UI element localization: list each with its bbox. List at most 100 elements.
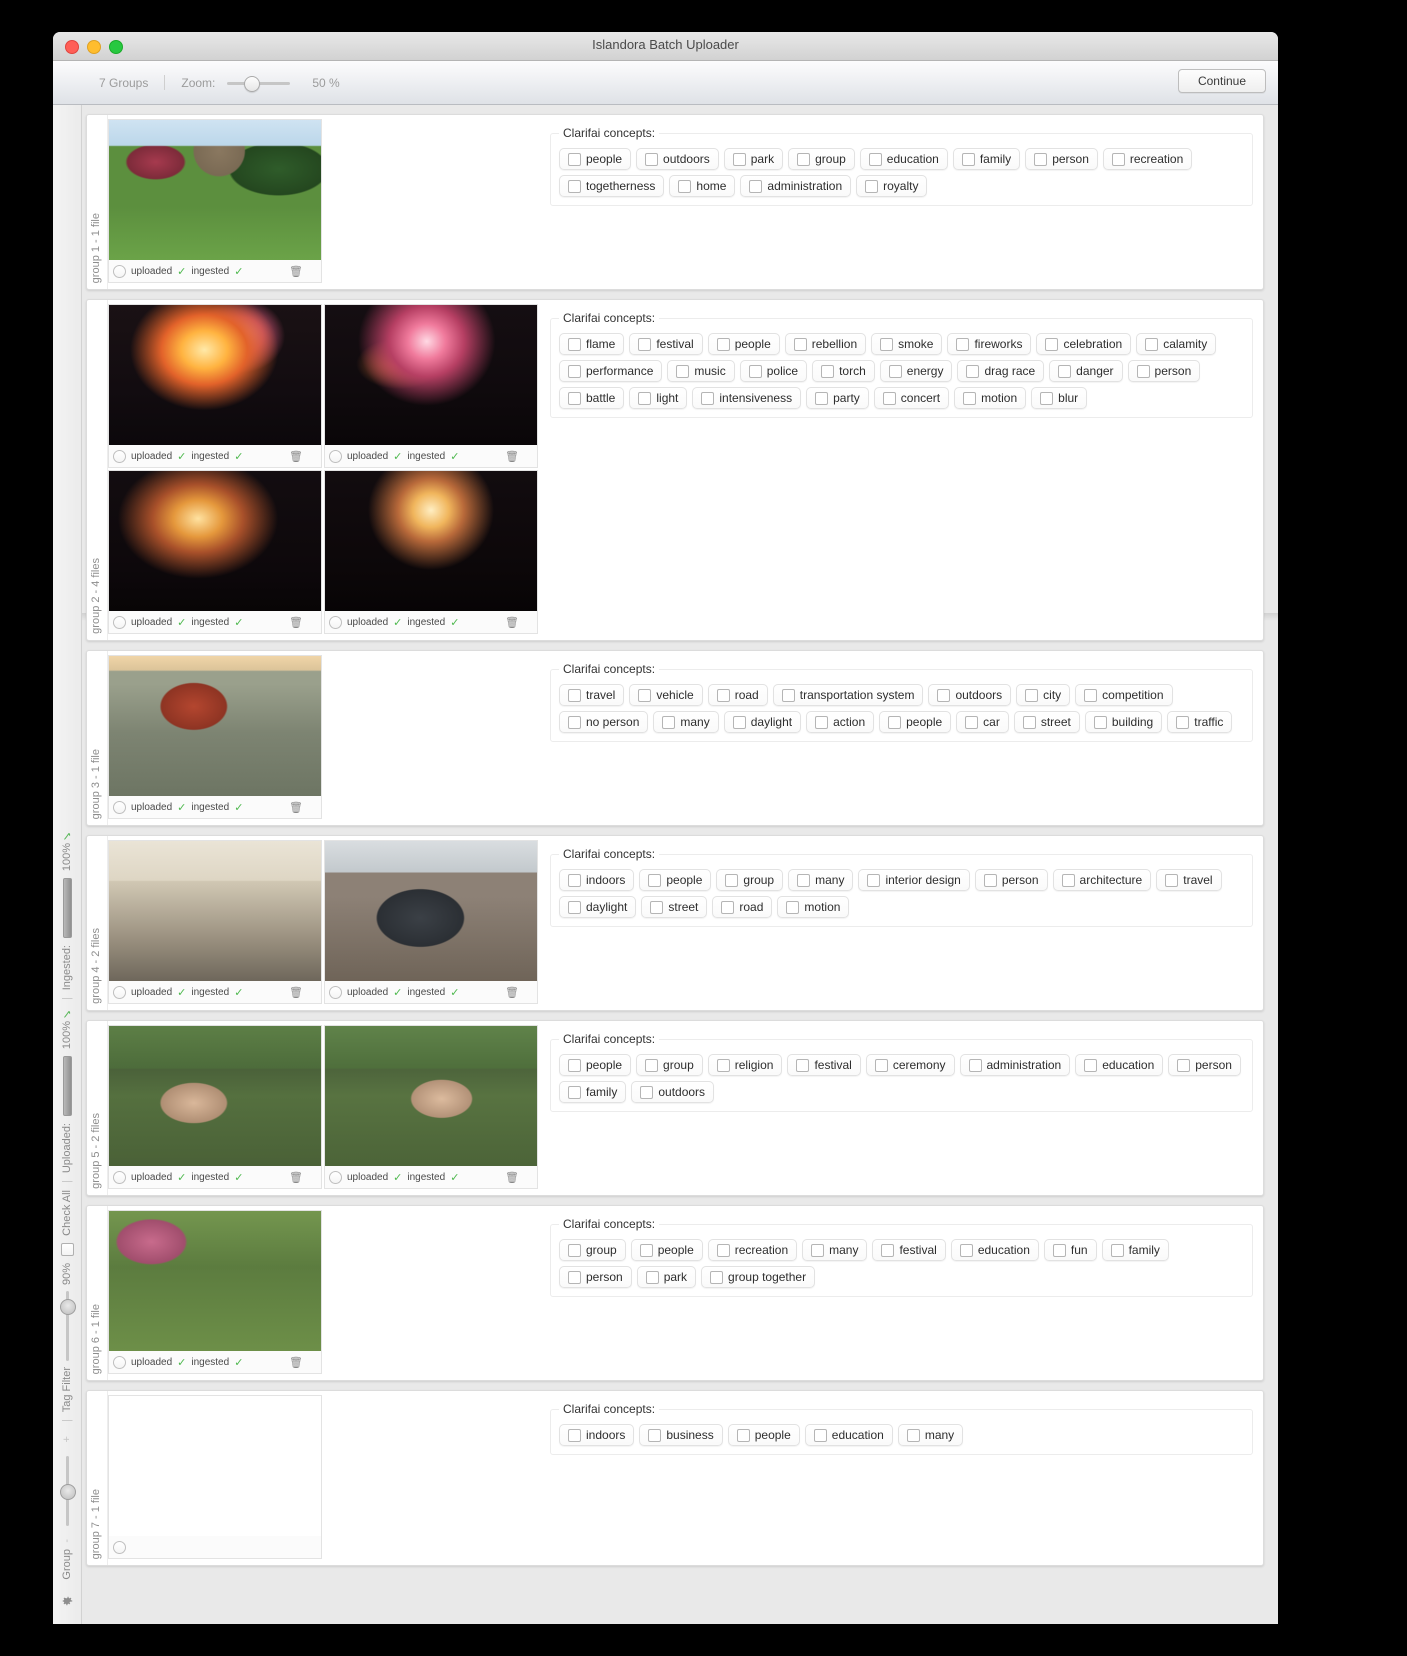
trash-icon[interactable]: 🗑	[289, 986, 303, 999]
concept-checkbox[interactable]	[568, 1428, 581, 1442]
thumbnail-item[interactable]	[108, 1395, 322, 1559]
concept-checkbox[interactable]	[888, 715, 902, 729]
concept-checkbox[interactable]	[867, 873, 881, 887]
concept-tag[interactable]: vehicle	[629, 684, 703, 706]
thumbnail-image[interactable]	[109, 841, 321, 981]
concept-checkbox[interactable]	[961, 152, 975, 166]
concept-checkbox[interactable]	[781, 688, 795, 702]
concept-checkbox[interactable]	[716, 1243, 730, 1257]
thumbnail-image[interactable]	[325, 1026, 537, 1166]
concept-checkbox[interactable]	[1084, 688, 1098, 702]
concept-tag[interactable]: energy	[879, 360, 953, 382]
concept-checkbox[interactable]	[815, 391, 829, 405]
concept-checkbox[interactable]	[1045, 337, 1059, 351]
trash-icon[interactable]: 🗑	[289, 265, 303, 278]
concept-tag[interactable]: education	[804, 1424, 893, 1446]
concept-tag[interactable]: group	[559, 1239, 626, 1261]
concept-checkbox[interactable]	[749, 179, 763, 193]
concept-tag[interactable]: battle	[559, 387, 625, 409]
tag-filter-slider-knob[interactable]	[60, 1299, 76, 1316]
concept-tag[interactable]: education	[859, 148, 948, 170]
thumbnail-item[interactable]: uploaded ✓ ingested ✓ 🗑	[108, 1025, 322, 1189]
concept-checkbox[interactable]	[638, 337, 652, 351]
thumbnail-select-radio[interactable]	[329, 1170, 342, 1184]
concept-tag[interactable]: person	[559, 1266, 632, 1288]
concept-tag[interactable]: fun	[1043, 1239, 1097, 1261]
thumbnail-select-radio[interactable]	[113, 800, 126, 814]
concept-checkbox[interactable]	[880, 337, 894, 351]
check-all-checkbox[interactable]	[60, 1243, 74, 1257]
concept-tag[interactable]: travel	[559, 684, 625, 706]
trash-icon[interactable]: 🗑	[289, 801, 303, 814]
concept-checkbox[interactable]	[1084, 1058, 1098, 1072]
concept-checkbox[interactable]	[732, 152, 746, 166]
thumbnail-select-radio[interactable]	[329, 985, 342, 999]
concept-checkbox[interactable]	[568, 179, 581, 193]
concept-tag[interactable]: concert	[873, 387, 950, 409]
concept-checkbox[interactable]	[721, 900, 735, 914]
concept-tag[interactable]: performance	[559, 360, 663, 382]
concept-checkbox[interactable]	[1040, 391, 1054, 405]
concept-tag[interactable]: many	[897, 1424, 964, 1446]
concept-checkbox[interactable]	[748, 364, 762, 378]
concept-checkbox[interactable]	[568, 1243, 581, 1257]
concept-checkbox[interactable]	[956, 337, 970, 351]
concept-checkbox[interactable]	[963, 391, 977, 405]
thumbnail-item[interactable]: uploaded ✓ ingested ✓ 🗑	[324, 470, 538, 634]
concept-checkbox[interactable]	[888, 364, 902, 378]
concept-checkbox[interactable]	[1165, 873, 1179, 887]
concept-tag[interactable]: smoke	[871, 333, 943, 355]
concept-tag[interactable]: family	[1101, 1239, 1169, 1261]
concept-checkbox[interactable]	[811, 1243, 825, 1257]
concept-checkbox[interactable]	[640, 1085, 654, 1099]
concept-tag[interactable]: people	[879, 711, 952, 733]
concept-tag[interactable]: indoors	[559, 869, 635, 891]
concept-tag[interactable]: action	[806, 711, 875, 733]
concept-tag[interactable]: torch	[812, 360, 875, 382]
concept-checkbox[interactable]	[568, 1058, 581, 1072]
concept-tag[interactable]: rebellion	[784, 333, 867, 355]
concept-checkbox[interactable]	[645, 1270, 659, 1284]
concept-checkbox[interactable]	[568, 337, 581, 351]
concept-tag[interactable]: celebration	[1036, 333, 1132, 355]
concept-checkbox[interactable]	[797, 152, 811, 166]
concept-tag[interactable]: home	[669, 175, 736, 197]
concept-checkbox[interactable]	[882, 391, 896, 405]
concept-tag[interactable]: people	[639, 869, 712, 891]
concept-tag[interactable]: light	[629, 387, 688, 409]
concept-tag[interactable]: education	[1075, 1054, 1164, 1076]
concept-tag[interactable]: calamity	[1136, 333, 1217, 355]
concept-tag[interactable]: ceremony	[865, 1054, 955, 1076]
thumbnail-select-radio[interactable]	[329, 615, 342, 629]
concept-tag[interactable]: group	[788, 148, 855, 170]
zoom-slider-knob[interactable]	[243, 75, 260, 92]
concept-checkbox[interactable]	[965, 715, 979, 729]
thumbnail-image[interactable]	[109, 1396, 321, 1536]
concept-checkbox[interactable]	[1052, 1243, 1066, 1257]
concept-tag[interactable]: drag race	[957, 360, 1045, 382]
trash-icon[interactable]: 🗑	[505, 450, 519, 463]
concept-checkbox[interactable]	[1025, 688, 1039, 702]
concept-checkbox[interactable]	[813, 1428, 827, 1442]
thumbnail-image[interactable]	[109, 120, 321, 260]
concept-tag[interactable]: administration	[959, 1054, 1071, 1076]
concept-checkbox[interactable]	[1058, 364, 1072, 378]
thumbnail-image[interactable]	[109, 1026, 321, 1166]
concept-checkbox[interactable]	[650, 900, 664, 914]
concept-tag[interactable]: street	[641, 896, 708, 918]
concept-tag[interactable]: person	[1025, 148, 1098, 170]
concept-tag[interactable]: no person	[559, 711, 649, 733]
trash-icon[interactable]: 🗑	[505, 616, 519, 629]
groups-scroll-panel[interactable]: group 1 - 1 file uploaded ✓ ingested ✓ 🗑 Clari…	[82, 105, 1278, 1624]
concept-tag[interactable]: music	[667, 360, 735, 382]
zoom-slider[interactable]	[227, 75, 291, 92]
concept-tag[interactable]: many	[802, 1239, 868, 1261]
concept-tag[interactable]: recreation	[1102, 148, 1193, 170]
concept-tag[interactable]: recreation	[707, 1239, 798, 1261]
thumbnail-item[interactable]: uploaded ✓ ingested ✓ 🗑	[108, 840, 322, 1004]
concept-checkbox[interactable]	[1034, 152, 1048, 166]
concept-tag[interactable]: road	[712, 896, 773, 918]
concept-checkbox[interactable]	[638, 391, 652, 405]
concept-checkbox[interactable]	[1061, 873, 1075, 887]
concept-checkbox[interactable]	[959, 1243, 973, 1257]
